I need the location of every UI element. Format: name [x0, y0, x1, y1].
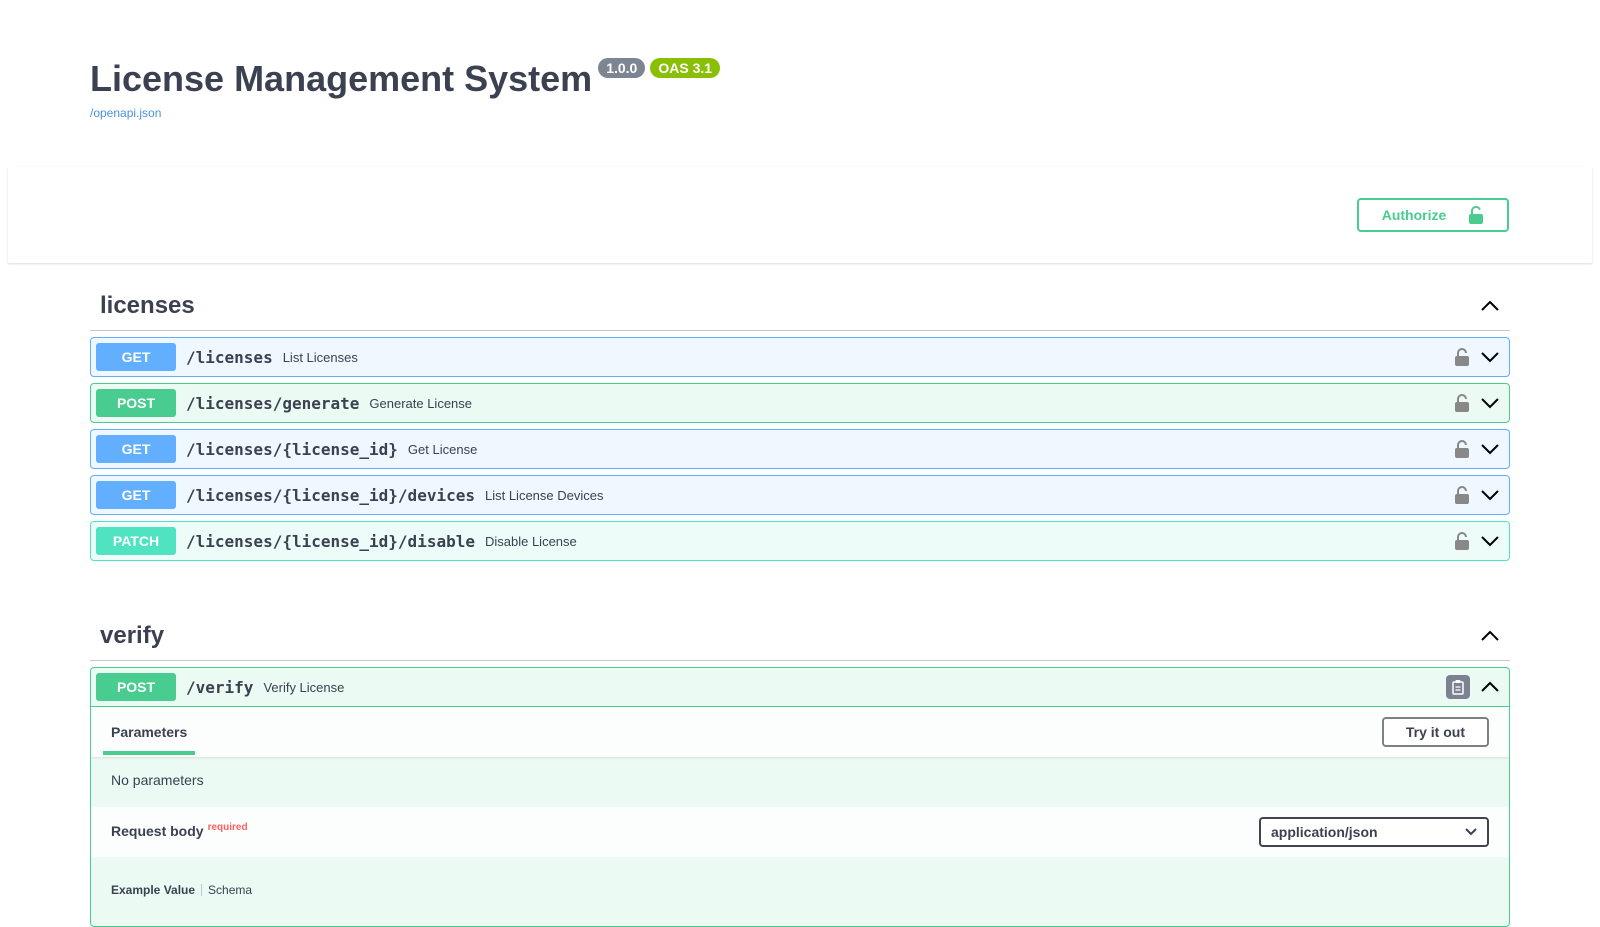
- method-badge: POST: [96, 673, 176, 701]
- chevron-down-icon: [1465, 828, 1477, 836]
- tag-title: licenses: [100, 291, 195, 319]
- tag-header-licenses[interactable]: licenses: [90, 281, 1510, 331]
- tag-verify: verify POST /verify Verify License Param…: [90, 611, 1510, 927]
- parameters-header: Parameters Try it out: [91, 707, 1509, 757]
- request-body-title: Request body: [111, 823, 204, 839]
- operation-path: /licenses: [186, 347, 273, 367]
- lock-icon[interactable]: [1454, 347, 1470, 367]
- operation-summary: Get License: [407, 441, 478, 457]
- method-badge: GET: [96, 481, 176, 509]
- method-badge: PATCH: [96, 527, 176, 555]
- tag-header-verify[interactable]: verify: [90, 611, 1510, 661]
- try-it-out-button[interactable]: Try it out: [1381, 717, 1489, 747]
- chevron-down-icon[interactable]: [1480, 443, 1500, 455]
- operation-path: /licenses/{license_id}/disable: [186, 531, 475, 551]
- chevron-down-icon[interactable]: [1480, 489, 1500, 501]
- operation-summary: List Licenses: [282, 349, 358, 365]
- chevron-down-icon[interactable]: [1480, 535, 1500, 547]
- tag-title: verify: [100, 621, 165, 649]
- operation-patch-license-disable[interactable]: PATCH /licenses/{license_id}/disable Dis…: [90, 521, 1510, 561]
- chevron-down-icon[interactable]: [1480, 351, 1500, 363]
- operation-summary: List License Devices: [484, 487, 604, 503]
- copy-icon[interactable]: [1446, 675, 1470, 699]
- tag-licenses: licenses GET /licenses List Licenses POS…: [90, 281, 1510, 561]
- unlock-icon: [1468, 205, 1484, 225]
- method-badge: GET: [96, 343, 176, 371]
- authorize-label: Authorize: [1381, 207, 1447, 223]
- chevron-up-icon[interactable]: [1480, 300, 1500, 312]
- operation-summary: Disable License: [484, 533, 577, 549]
- no-parameters-text: No parameters: [111, 772, 204, 788]
- content-type-value: application/json: [1271, 824, 1378, 840]
- method-badge: GET: [96, 435, 176, 463]
- lock-icon[interactable]: [1454, 439, 1470, 459]
- operation-summary: Generate License: [369, 395, 473, 411]
- content-type-select[interactable]: application/json: [1259, 817, 1489, 847]
- operation-path: /licenses/generate: [186, 393, 360, 413]
- operation-post-verify[interactable]: POST /verify Verify License: [91, 668, 1509, 707]
- operation-path: /licenses/{license_id}: [186, 439, 398, 459]
- info-section: License Management System 1.0.0 OAS 3.1 …: [0, 0, 1600, 165]
- operation-summary: Verify License: [263, 679, 345, 695]
- operation-post-licenses-generate[interactable]: POST /licenses/generate Generate License: [90, 383, 1510, 423]
- example-tabs: Example Value Schema: [91, 857, 1509, 897]
- operation-path: /licenses/{license_id}/devices: [186, 485, 475, 505]
- tab-divider: [201, 884, 203, 896]
- version-badge: 1.0.0: [598, 58, 646, 78]
- operation-get-license[interactable]: GET /licenses/{license_id} Get License: [90, 429, 1510, 469]
- operation-path: /verify: [186, 677, 254, 697]
- request-body-header: Request body required application/json: [91, 807, 1509, 857]
- chevron-up-icon[interactable]: [1480, 630, 1500, 642]
- tab-example-value[interactable]: Example Value: [111, 883, 195, 897]
- authorize-button[interactable]: Authorize: [1357, 198, 1509, 232]
- page-title: License Management System: [90, 58, 593, 99]
- operation-post-verify-expanded: POST /verify Verify License Parameters T…: [90, 667, 1510, 927]
- chevron-down-icon[interactable]: [1480, 397, 1500, 409]
- tab-schema[interactable]: Schema: [208, 883, 252, 897]
- lock-icon[interactable]: [1454, 393, 1470, 413]
- spec-link[interactable]: /openapi.json: [90, 106, 161, 120]
- required-marker: required: [207, 822, 248, 833]
- lock-icon[interactable]: [1454, 531, 1470, 551]
- operation-get-license-devices[interactable]: GET /licenses/{license_id}/devices List …: [90, 475, 1510, 515]
- chevron-up-icon[interactable]: [1480, 681, 1500, 693]
- operation-get-licenses[interactable]: GET /licenses List Licenses: [90, 337, 1510, 377]
- lock-icon[interactable]: [1454, 485, 1470, 505]
- oas-badge: OAS 3.1: [650, 58, 721, 78]
- method-badge: POST: [96, 389, 176, 417]
- tab-parameters[interactable]: Parameters: [102, 707, 196, 757]
- scheme-container: Authorize: [8, 167, 1592, 263]
